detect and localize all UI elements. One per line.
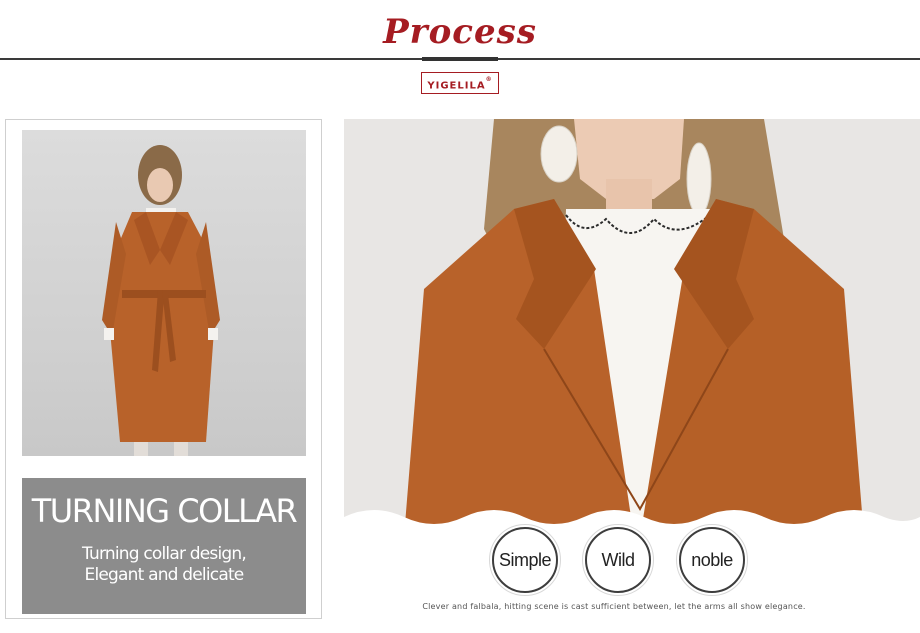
tag-simple: Simple — [489, 524, 561, 596]
model-full-length-photo — [22, 130, 306, 456]
collar-closeup-photo — [344, 119, 920, 537]
model-illustration — [102, 145, 220, 456]
tag-noble: noble — [676, 524, 748, 596]
brand-logo: YIGELILA® — [421, 72, 499, 94]
brand-logo-text: YIGELILA — [427, 80, 486, 92]
page-title: Process — [383, 12, 537, 52]
header-divider-accent — [422, 57, 498, 61]
tag-wild: Wild — [582, 524, 654, 596]
feature-heading: TURNING COLLAR — [31, 492, 298, 530]
registered-mark: ® — [485, 76, 493, 83]
tag-list: Simple Wild noble — [0, 524, 920, 599]
description-caption: Clever and falbala, hitting scene is cas… — [422, 602, 806, 611]
collar-illustration — [344, 119, 920, 537]
